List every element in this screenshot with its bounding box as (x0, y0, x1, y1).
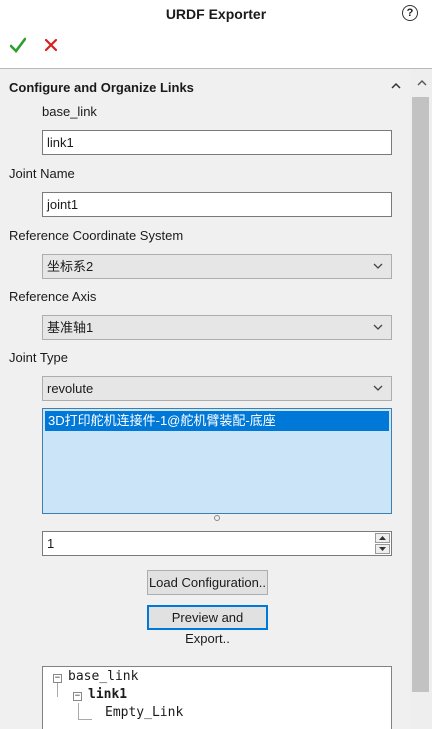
tree-collapse-icon[interactable]: − (73, 692, 82, 701)
scroll-up-arrow-icon[interactable] (417, 78, 427, 88)
ref-coord-select[interactable]: 坐标系2 (42, 254, 392, 279)
preview-export-button[interactable]: Preview and Export.. (147, 605, 268, 646)
tree-collapse-icon[interactable]: − (53, 674, 62, 683)
link-tree-view[interactable]: − base_link − link1 Empty_Link (42, 666, 392, 729)
chevron-down-icon (373, 263, 383, 269)
arrow-up-icon (379, 536, 386, 540)
chevron-down-icon (373, 385, 383, 391)
link-name-input[interactable]: link1 (42, 130, 392, 155)
parent-link-label: base_link (42, 104, 97, 119)
cancel-close-icon[interactable] (44, 38, 58, 52)
tree-item-link1[interactable]: link1 (88, 687, 127, 702)
joint-type-select[interactable]: revolute (42, 376, 392, 401)
components-listbox[interactable]: 3D打印舵机连接件-1@舵机臂装配-底座 (42, 408, 392, 514)
help-icon[interactable]: ? (402, 5, 418, 21)
ref-coord-label: Reference Coordinate System (9, 228, 184, 243)
joint-name-label: Joint Name (9, 166, 75, 181)
resize-grip-icon[interactable] (214, 515, 220, 521)
ref-coord-value: 坐标系2 (47, 259, 94, 274)
child-count-stepper[interactable]: 1 (42, 531, 392, 556)
ref-axis-select[interactable]: 基准轴1 (42, 315, 392, 340)
section-title: Configure and Organize Links (9, 80, 194, 95)
collapse-chevron-up-icon[interactable] (390, 80, 402, 92)
tree-item-empty-link[interactable]: Empty_Link (105, 705, 183, 720)
tree-connector (78, 703, 79, 719)
tree-item-base-link[interactable]: base_link (68, 669, 138, 684)
list-item-selected[interactable]: 3D打印舵机连接件-1@舵机臂装配-底座 (45, 411, 389, 431)
ref-axis-value: 基准轴1 (47, 320, 94, 335)
chevron-down-icon (373, 324, 383, 330)
ok-checkmark-icon[interactable] (10, 36, 26, 54)
joint-name-input[interactable]: joint1 (42, 192, 392, 217)
stepper-up-button[interactable] (375, 533, 390, 543)
stepper-down-button[interactable] (375, 544, 390, 554)
scrollbar-thumb[interactable] (412, 97, 429, 692)
arrow-down-icon (379, 547, 386, 551)
joint-type-value: revolute (47, 381, 94, 396)
window-title: URDF Exporter (165, 6, 267, 22)
tree-connector (57, 683, 58, 697)
tree-connector (78, 719, 92, 720)
ref-axis-label: Reference Axis (9, 289, 97, 304)
load-configuration-button[interactable]: Load Configuration.. (147, 570, 268, 595)
child-count-value: 1 (47, 536, 55, 551)
joint-type-label: Joint Type (9, 350, 69, 365)
